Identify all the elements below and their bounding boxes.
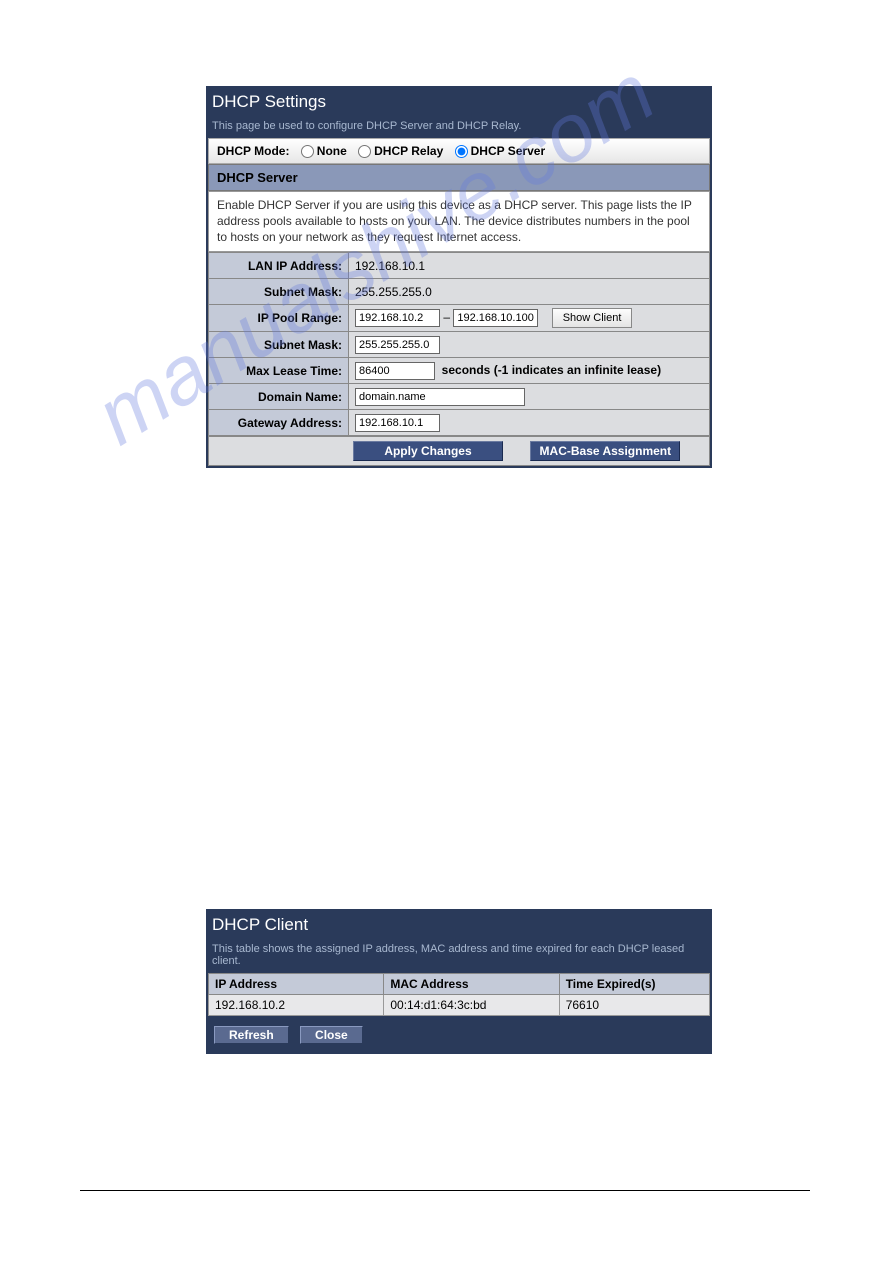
apply-changes-button[interactable]: Apply Changes [353, 441, 503, 461]
radio-relay[interactable] [358, 145, 371, 158]
pool-end-input[interactable] [453, 309, 538, 327]
close-button[interactable]: Close [300, 1026, 363, 1044]
gateway-input[interactable] [355, 414, 440, 432]
radio-none[interactable] [301, 145, 314, 158]
dhcp-mode-row: DHCP Mode: None DHCP Relay DHCP Server [208, 138, 710, 164]
section-description: Enable DHCP Server if you are using this… [208, 191, 710, 252]
subnet1-value: 255.255.255.0 [349, 279, 710, 305]
table-row: 192.168.10.2 00:14:d1:64:3c:bd 76610 [209, 995, 710, 1016]
subnet1-label: Subnet Mask: [209, 279, 349, 305]
col-mac-header: MAC Address [384, 974, 559, 995]
domain-label: Domain Name: [209, 384, 349, 410]
gateway-label: Gateway Address: [209, 410, 349, 436]
client-actions: Refresh Close [208, 1016, 710, 1052]
lease-input[interactable] [355, 362, 435, 380]
mac-assignment-button[interactable]: MAC-Base Assignment [530, 441, 680, 461]
cell-ip: 192.168.10.2 [209, 995, 384, 1016]
cell-time: 76610 [559, 995, 709, 1016]
pool-label: IP Pool Range: [209, 305, 349, 332]
radio-server[interactable] [455, 145, 468, 158]
dhcp-settings-panel: DHCP Settings This page be used to confi… [206, 86, 712, 468]
show-client-button[interactable]: Show Client [552, 308, 633, 328]
refresh-button[interactable]: Refresh [214, 1026, 289, 1044]
radio-server-label: DHCP Server [471, 144, 545, 158]
dhcp-client-panel: DHCP Client This table shows the assigne… [206, 909, 712, 1054]
lan-ip-label: LAN IP Address: [209, 253, 349, 279]
subnet2-input[interactable] [355, 336, 440, 354]
pool-start-input[interactable] [355, 309, 440, 327]
settings-table: LAN IP Address: 192.168.10.1 Subnet Mask… [208, 252, 710, 436]
domain-input[interactable] [355, 388, 525, 406]
lan-ip-value: 192.168.10.1 [349, 253, 710, 279]
col-time-header: Time Expired(s) [559, 974, 709, 995]
page-divider [80, 1190, 810, 1191]
panel-title: DHCP Settings [208, 88, 710, 118]
client-panel-title: DHCP Client [208, 911, 710, 941]
mode-label: DHCP Mode: [217, 144, 289, 158]
radio-none-label: None [317, 144, 347, 158]
section-head: DHCP Server [208, 164, 710, 191]
cell-mac: 00:14:d1:64:3c:bd [384, 995, 559, 1016]
lease-label: Max Lease Time: [209, 358, 349, 384]
panel-subtitle: This page be used to configure DHCP Serv… [208, 118, 710, 138]
pool-dash: – [443, 310, 450, 324]
col-ip-header: IP Address [209, 974, 384, 995]
radio-relay-label: DHCP Relay [374, 144, 443, 158]
client-panel-subtitle: This table shows the assigned IP address… [208, 941, 710, 973]
client-table: IP Address MAC Address Time Expired(s) 1… [208, 973, 710, 1016]
lease-note: seconds (-1 indicates an infinite lease) [442, 363, 661, 377]
settings-footer: Apply Changes MAC-Base Assignment [208, 436, 710, 466]
subnet2-label: Subnet Mask: [209, 332, 349, 358]
